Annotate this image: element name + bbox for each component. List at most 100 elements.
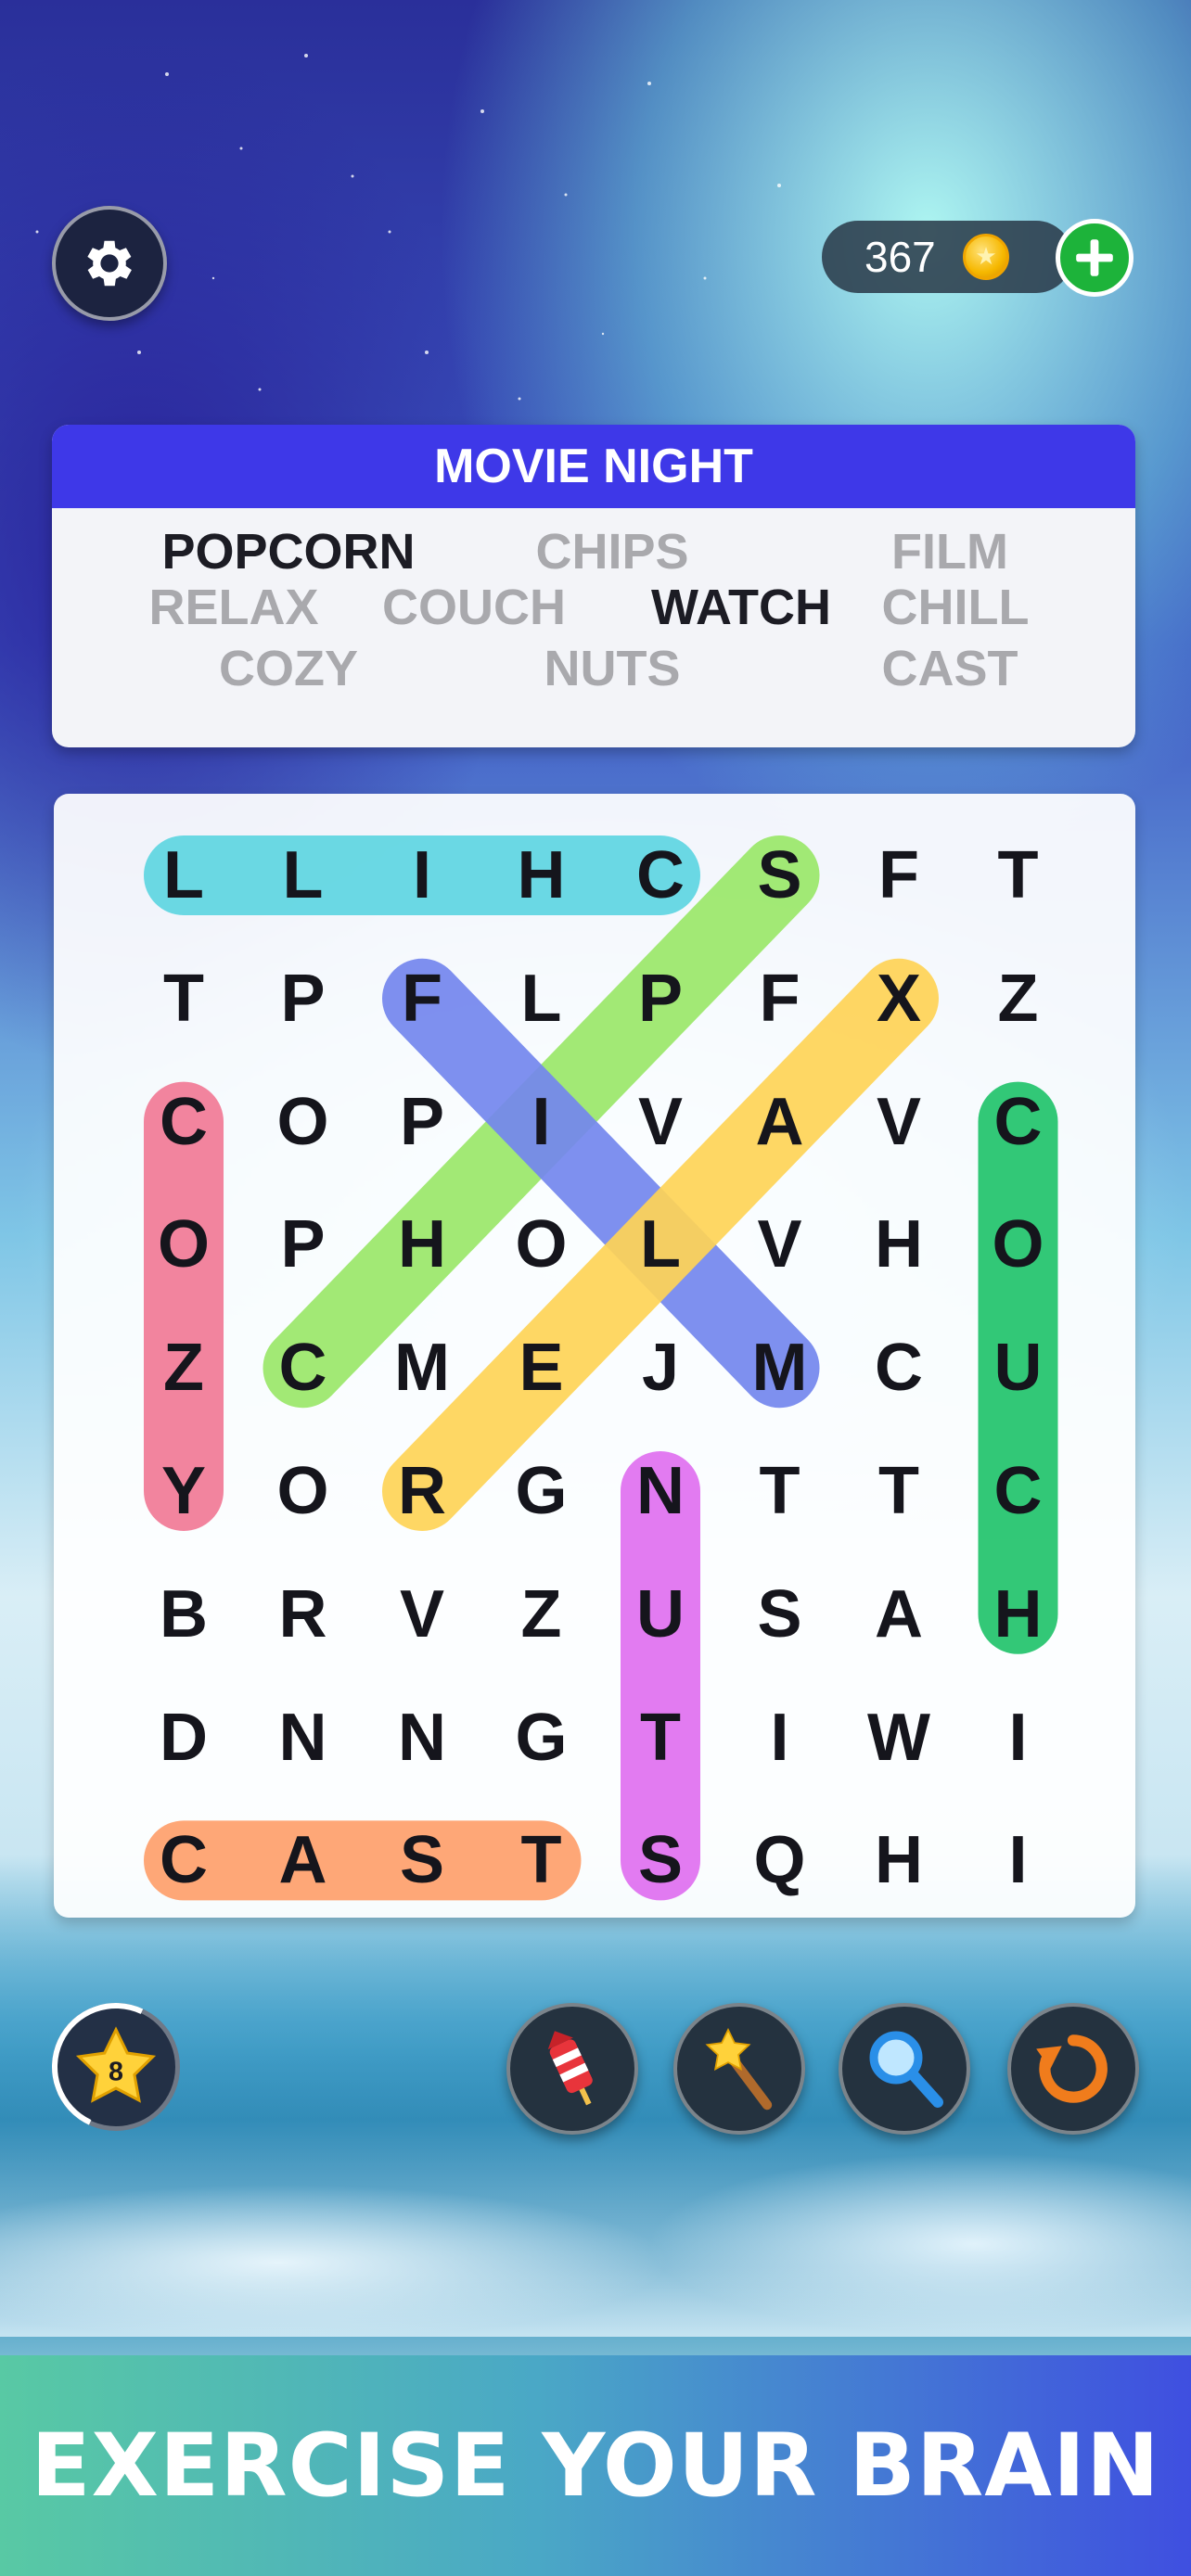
- word-couch: COUCH: [382, 580, 566, 635]
- grid-cell[interactable]: A: [729, 1071, 831, 1173]
- grid-cell[interactable]: G: [491, 1440, 593, 1542]
- grid-cell[interactable]: N: [252, 1687, 354, 1789]
- grid-cell[interactable]: I: [967, 1687, 1069, 1789]
- word-cast: CAST: [881, 641, 1018, 696]
- grid-cell[interactable]: U: [609, 1563, 711, 1665]
- grid-cell[interactable]: I: [967, 1809, 1069, 1911]
- grid-cell[interactable]: O: [967, 1193, 1069, 1295]
- grid-cell[interactable]: F: [729, 948, 831, 1050]
- grid-cell[interactable]: Z: [967, 948, 1069, 1050]
- grid-cell[interactable]: H: [491, 824, 593, 926]
- grid-cell[interactable]: I: [491, 1071, 593, 1173]
- coin-balance: 367 ★: [822, 221, 1072, 293]
- word-relax: RELAX: [148, 580, 319, 635]
- word-popcorn: POPCORN: [161, 524, 416, 580]
- grid-cell[interactable]: I: [729, 1687, 831, 1789]
- grid-cell[interactable]: Q: [729, 1809, 831, 1911]
- grid-cell[interactable]: H: [967, 1563, 1069, 1665]
- grid-cell[interactable]: E: [491, 1317, 593, 1419]
- word-list-panel: MOVIE NIGHT POPCORN CHIPS FILM RELAX COUCH WA…: [52, 425, 1135, 747]
- grid-cell[interactable]: T: [133, 948, 235, 1050]
- grid-cell[interactable]: T: [848, 1440, 950, 1542]
- grid-cell[interactable]: T: [729, 1440, 831, 1542]
- grid-cell[interactable]: L: [491, 948, 593, 1050]
- grid-cell[interactable]: M: [371, 1317, 473, 1419]
- grid-cell[interactable]: F: [848, 824, 950, 926]
- grid-cell[interactable]: O: [252, 1440, 354, 1542]
- grid-cell[interactable]: P: [609, 948, 711, 1050]
- grid-cell[interactable]: V: [371, 1563, 473, 1665]
- puzzle-title: MOVIE NIGHT: [52, 425, 1135, 508]
- grid-cell[interactable]: O: [133, 1193, 235, 1295]
- grid-cell[interactable]: Z: [133, 1317, 235, 1419]
- grid-cell[interactable]: A: [252, 1809, 354, 1911]
- grid-cell[interactable]: D: [133, 1687, 235, 1789]
- promo-banner: EXERCISE YOUR BRAIN: [0, 2355, 1191, 2576]
- grid-cell[interactable]: C: [609, 824, 711, 926]
- grid-cell[interactable]: S: [371, 1809, 473, 1911]
- coin-count: 367: [864, 233, 936, 281]
- grid-cell[interactable]: V: [729, 1193, 831, 1295]
- word-watch: WATCH: [651, 580, 831, 635]
- word-film: FILM: [891, 524, 1008, 580]
- grid-cell[interactable]: Y: [133, 1440, 235, 1542]
- grid-cell[interactable]: L: [252, 824, 354, 926]
- grid-cell[interactable]: C: [133, 1809, 235, 1911]
- grid-cell[interactable]: C: [252, 1317, 354, 1419]
- grid-cell[interactable]: N: [609, 1440, 711, 1542]
- letter-grid[interactable]: LLIHCSFTTPFLPFXZCOPIVAVCOPHOLVHOZCMEJMCU…: [54, 794, 1135, 1918]
- grid-cell[interactable]: F: [371, 948, 473, 1050]
- grid-cell[interactable]: S: [729, 824, 831, 926]
- shuffle-button[interactable]: [1007, 2003, 1139, 2135]
- grid-cell[interactable]: S: [729, 1563, 831, 1665]
- word-cozy: COZY: [218, 641, 359, 696]
- plus-icon: [1076, 239, 1113, 276]
- settings-button[interactable]: [52, 206, 167, 321]
- grid-cell[interactable]: M: [729, 1317, 831, 1419]
- grid-cell[interactable]: J: [609, 1317, 711, 1419]
- grid-cell[interactable]: S: [609, 1809, 711, 1911]
- firework-hint-button[interactable]: [506, 2003, 638, 2135]
- rotate-icon: [1036, 2034, 1108, 2103]
- grid-cell[interactable]: A: [848, 1563, 950, 1665]
- grid-cell[interactable]: C: [848, 1317, 950, 1419]
- add-coins-button[interactable]: [1056, 219, 1133, 297]
- word-chips: CHIPS: [535, 524, 689, 580]
- grid-cell[interactable]: T: [491, 1809, 593, 1911]
- grid-cell[interactable]: H: [371, 1193, 473, 1295]
- grid-cell[interactable]: R: [252, 1563, 354, 1665]
- grid-cell[interactable]: B: [133, 1563, 235, 1665]
- grid-cell[interactable]: O: [491, 1193, 593, 1295]
- word-chill: CHILL: [881, 580, 1030, 635]
- grid-cell[interactable]: Z: [491, 1563, 593, 1665]
- grid-cell[interactable]: C: [967, 1071, 1069, 1173]
- grid-cell[interactable]: L: [609, 1193, 711, 1295]
- grid-cell[interactable]: C: [133, 1071, 235, 1173]
- grid-cell[interactable]: U: [967, 1317, 1069, 1419]
- grid-cell[interactable]: R: [371, 1440, 473, 1542]
- grid-cell[interactable]: G: [491, 1687, 593, 1789]
- grid-cell[interactable]: V: [609, 1071, 711, 1173]
- grid-cell[interactable]: P: [252, 1193, 354, 1295]
- grid-cell[interactable]: O: [252, 1071, 354, 1173]
- magnifier-icon: [869, 2031, 943, 2108]
- grid-cell[interactable]: W: [848, 1687, 950, 1789]
- word-nuts: NUTS: [544, 641, 681, 696]
- grid-cell[interactable]: T: [609, 1687, 711, 1789]
- grid-cell[interactable]: L: [133, 824, 235, 926]
- grid-cell[interactable]: T: [967, 824, 1069, 926]
- gear-icon: [87, 240, 132, 287]
- grid-cell[interactable]: H: [848, 1193, 950, 1295]
- level-progress-badge[interactable]: 8: [33, 1984, 198, 2149]
- grid-cell[interactable]: H: [848, 1809, 950, 1911]
- grid-cell[interactable]: N: [371, 1687, 473, 1789]
- grid-cell[interactable]: P: [252, 948, 354, 1050]
- grid-cell[interactable]: I: [371, 824, 473, 926]
- grid-cell[interactable]: P: [371, 1071, 473, 1173]
- magnifier-hint-button[interactable]: [839, 2003, 970, 2135]
- magic-wand-hint-button[interactable]: [673, 2003, 805, 2135]
- coin-icon: ★: [963, 234, 1009, 280]
- grid-cell[interactable]: X: [848, 948, 950, 1050]
- grid-cell[interactable]: V: [848, 1071, 950, 1173]
- grid-cell[interactable]: C: [967, 1440, 1069, 1542]
